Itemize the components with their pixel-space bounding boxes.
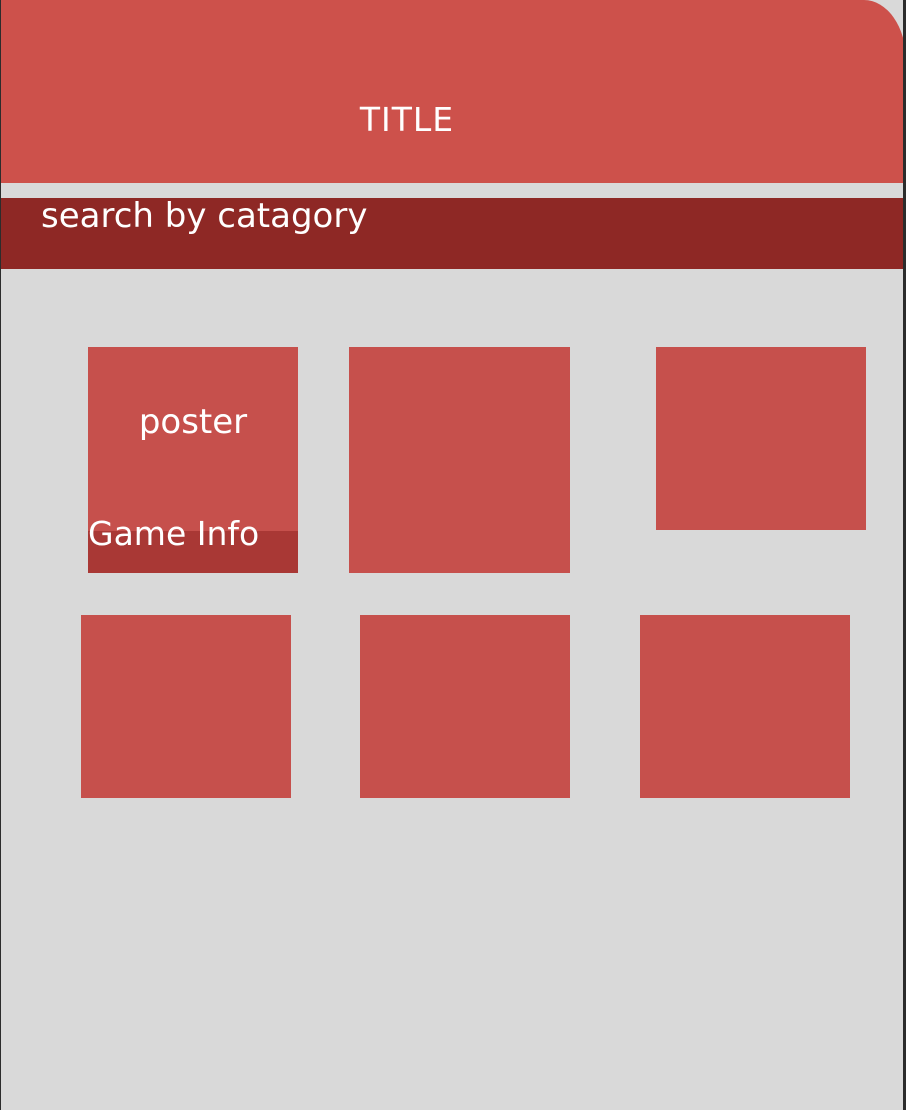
game-card[interactable] bbox=[81, 615, 291, 798]
game-card[interactable] bbox=[640, 615, 850, 798]
game-info-label[interactable]: Game Info bbox=[88, 514, 259, 553]
game-card[interactable] bbox=[656, 347, 866, 530]
category-search-label[interactable]: search by catagory bbox=[41, 196, 367, 236]
title-bar: TITLE bbox=[1, 0, 903, 183]
page-title: TITLE bbox=[359, 100, 455, 139]
poster-label: poster bbox=[138, 402, 248, 442]
game-card[interactable] bbox=[349, 347, 570, 573]
game-card[interactable] bbox=[360, 615, 570, 798]
app-frame: TITLE search by catagory poster Game Inf… bbox=[1, 0, 903, 1110]
